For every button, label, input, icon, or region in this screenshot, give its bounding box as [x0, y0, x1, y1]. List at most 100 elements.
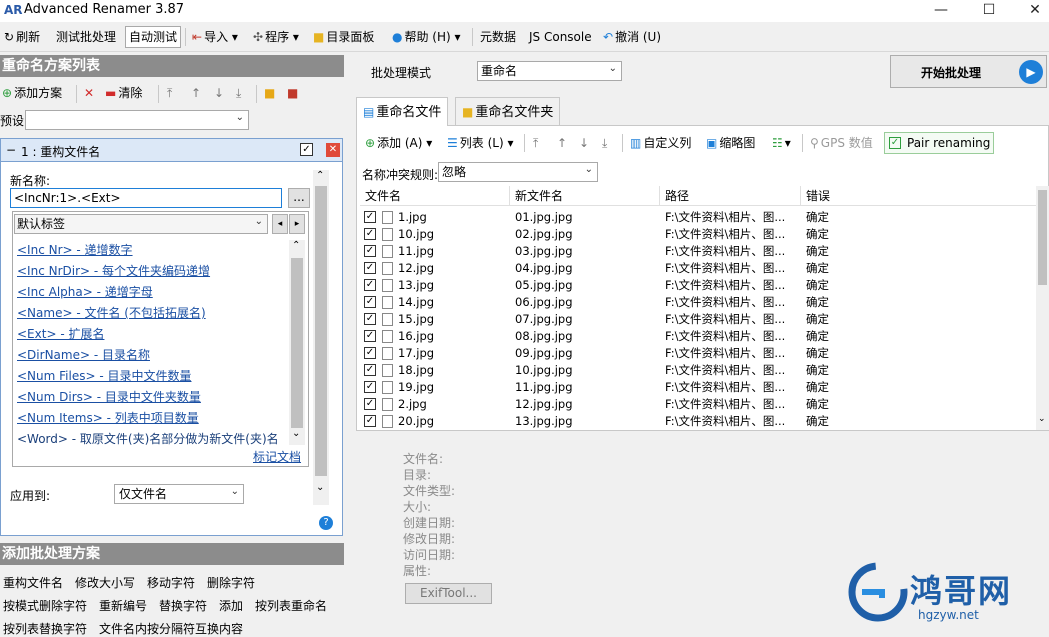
scroll-down-icon[interactable]: ⌄: [292, 428, 300, 439]
table-row[interactable]: ✓ 15.jpg 07.jpg.jpg F:\文件资料\相片、图... 确定: [360, 311, 1036, 328]
batch-method-item[interactable]: 重新编号: [99, 597, 147, 614]
list-menu-button[interactable]: ☰ 列表 (L) ▾: [447, 133, 516, 153]
files-scrollbar[interactable]: ⌄: [1036, 186, 1049, 430]
view-options-button[interactable]: ☷ ▾: [772, 133, 793, 153]
batch-method-item[interactable]: 按列表替换字符: [3, 620, 87, 637]
pair-renaming-toggle[interactable]: ✓ Pair renaming: [884, 132, 994, 154]
start-batch-button[interactable]: 开始批处理 ▶: [890, 55, 1047, 88]
row-checkbox[interactable]: ✓: [364, 296, 376, 308]
directory-panel-button[interactable]: ■ 目录面板: [313, 27, 374, 47]
move-top-button[interactable]: ⤒: [167, 83, 172, 103]
tag-link[interactable]: <DirName> - 目录名称: [17, 346, 150, 363]
table-row[interactable]: ✓ 12.jpg 04.jpg.jpg F:\文件资料\相片、图... 确定: [360, 260, 1036, 277]
batch-method-item[interactable]: 按列表重命名: [255, 597, 327, 614]
batch-method-item[interactable]: 删除字符: [207, 574, 255, 591]
save-methods-button[interactable]: ■: [287, 83, 298, 103]
custom-columns-button[interactable]: ▥ 自定义列: [630, 133, 691, 153]
move-bottom-button[interactable]: ⤓: [236, 83, 241, 103]
files-scroll-thumb[interactable]: [1038, 190, 1047, 285]
test-batch-button[interactable]: 测试批处理: [56, 27, 116, 47]
files-move-down-button[interactable]: ↓: [579, 133, 589, 153]
row-checkbox[interactable]: ✓: [364, 347, 376, 359]
move-down-button[interactable]: ↓: [214, 83, 224, 103]
open-methods-button[interactable]: ■: [264, 83, 275, 103]
table-row[interactable]: ✓ 20.jpg 13.jpg.jpg F:\文件资料\相片、图... 确定: [360, 413, 1036, 430]
method-enabled-checkbox[interactable]: ✓: [300, 143, 313, 156]
method-title-bar[interactable]: − 1 : 重构文件名 ✓ ✕: [0, 138, 343, 162]
row-checkbox[interactable]: ✓: [364, 313, 376, 325]
tag-link[interactable]: <Inc Alpha> - 递增字母: [17, 283, 153, 300]
batch-method-item[interactable]: 添加: [219, 597, 243, 614]
apply-to-select[interactable]: 仅文件名 ⌄: [114, 484, 244, 504]
tag-docs-link[interactable]: 标记文档: [253, 448, 301, 465]
thumbnails-button[interactable]: ▣ 缩略图: [706, 133, 755, 153]
scroll-down-icon[interactable]: ⌄: [316, 482, 324, 493]
scroll-up-icon[interactable]: ⌃: [292, 240, 300, 251]
column-header-newname[interactable]: 新文件名: [510, 186, 660, 206]
tags-scroll-thumb[interactable]: [291, 258, 303, 428]
table-row[interactable]: ✓ 10.jpg 02.jpg.jpg F:\文件资料\相片、图... 确定: [360, 226, 1036, 243]
collapse-method-button[interactable]: −: [6, 143, 16, 157]
gps-values-button[interactable]: ⚲ GPS 数值: [810, 133, 873, 153]
table-row[interactable]: ✓ 11.jpg 03.jpg.jpg F:\文件资料\相片、图... 确定: [360, 243, 1036, 260]
help-menu-button[interactable]: ● 帮助 (H) ▾: [392, 27, 463, 47]
browse-tags-button[interactable]: ...: [288, 188, 310, 208]
row-checkbox[interactable]: ✓: [364, 262, 376, 274]
batch-method-item[interactable]: 移动字符: [147, 574, 195, 591]
new-name-input[interactable]: <IncNr:1>.<Ext>: [10, 188, 282, 208]
exiftool-button[interactable]: ExifTool...: [405, 583, 492, 604]
import-menu-button[interactable]: ⇤ 导入 ▾: [192, 27, 240, 47]
table-row[interactable]: ✓ 2.jpg 12.jpg.jpg F:\文件资料\相片、图... 确定: [360, 396, 1036, 413]
table-row[interactable]: ✓ 1.jpg 01.jpg.jpg F:\文件资料\相片、图... 确定: [360, 209, 1036, 226]
tag-link[interactable]: <Num Items> - 列表中项目数量: [17, 409, 199, 426]
batch-mode-select[interactable]: 重命名 ⌄: [477, 61, 622, 81]
batch-method-item[interactable]: 替换字符: [159, 597, 207, 614]
minimize-button[interactable]: —: [918, 0, 964, 22]
row-checkbox[interactable]: ✓: [364, 245, 376, 257]
conflict-rule-select[interactable]: 忽略 ⌄: [438, 162, 598, 182]
method-scroll-thumb[interactable]: [315, 186, 327, 476]
pair-renaming-checkbox[interactable]: ✓: [889, 137, 901, 149]
move-up-button[interactable]: ↑: [191, 83, 201, 103]
table-row[interactable]: ✓ 18.jpg 10.jpg.jpg F:\文件资料\相片、图... 确定: [360, 362, 1036, 379]
tag-link[interactable]: <Inc NrDir> - 每个文件夹编码递增: [17, 262, 210, 279]
maximize-button[interactable]: ☐: [966, 0, 1012, 22]
tag-link[interactable]: <Ext> - 扩展名: [17, 325, 104, 342]
tab-rename-folders[interactable]: ■ 重命名文件夹: [455, 97, 561, 125]
delete-method-button[interactable]: ✕: [84, 83, 94, 103]
row-checkbox[interactable]: ✓: [364, 415, 376, 427]
files-move-bottom-button[interactable]: ⤓: [602, 133, 607, 153]
tab-rename-files[interactable]: ▤ 重命名文件: [356, 97, 449, 126]
row-checkbox[interactable]: ✓: [364, 279, 376, 291]
column-header-path[interactable]: 路径: [660, 186, 801, 206]
scroll-down-icon[interactable]: ⌄: [1038, 414, 1046, 424]
files-move-top-button[interactable]: ⤒: [533, 133, 538, 153]
remove-method-button[interactable]: ✕: [326, 143, 340, 157]
tag-group-select[interactable]: 默认标签 ⌄: [14, 214, 268, 234]
tags-scrollbar[interactable]: ⌃ ⌄: [289, 240, 305, 445]
batch-method-item[interactable]: 重构文件名: [3, 574, 63, 591]
tag-link[interactable]: <Num Files> - 目录中文件数量: [17, 367, 192, 384]
tag-group-next-button[interactable]: ▸: [289, 214, 305, 234]
row-checkbox[interactable]: ✓: [364, 228, 376, 240]
batch-method-item[interactable]: 按模式删除字符: [3, 597, 87, 614]
column-header-error[interactable]: 错误: [801, 186, 1036, 206]
add-files-button[interactable]: ⊕ 添加 (A) ▾: [365, 133, 434, 153]
table-row[interactable]: ✓ 14.jpg 06.jpg.jpg F:\文件资料\相片、图... 确定: [360, 294, 1036, 311]
tag-link[interactable]: <Num Dirs> - 目录中文件夹数量: [17, 388, 201, 405]
refresh-button[interactable]: ↻ 刷新: [4, 27, 40, 47]
table-row[interactable]: ✓ 19.jpg 11.jpg.jpg F:\文件资料\相片、图... 确定: [360, 379, 1036, 396]
files-move-up-button[interactable]: ↑: [557, 133, 567, 153]
undo-button[interactable]: ↶ 撤消 (U): [603, 27, 661, 47]
method-scrollbar[interactable]: ⌃ ⌄: [313, 170, 329, 505]
help-circle-icon[interactable]: ?: [319, 516, 333, 530]
js-console-button[interactable]: JS Console: [529, 27, 592, 47]
clear-button[interactable]: ▬ 清除: [105, 83, 142, 103]
row-checkbox[interactable]: ✓: [364, 330, 376, 342]
program-menu-button[interactable]: ✣ 程序 ▾: [253, 27, 301, 47]
table-row[interactable]: ✓ 16.jpg 08.jpg.jpg F:\文件资料\相片、图... 确定: [360, 328, 1036, 345]
table-row[interactable]: ✓ 13.jpg 05.jpg.jpg F:\文件资料\相片、图... 确定: [360, 277, 1036, 294]
tag-group-prev-button[interactable]: ◂: [272, 214, 288, 234]
row-checkbox[interactable]: ✓: [364, 211, 376, 223]
tag-link[interactable]: <Inc Nr> - 递增数字: [17, 241, 133, 258]
